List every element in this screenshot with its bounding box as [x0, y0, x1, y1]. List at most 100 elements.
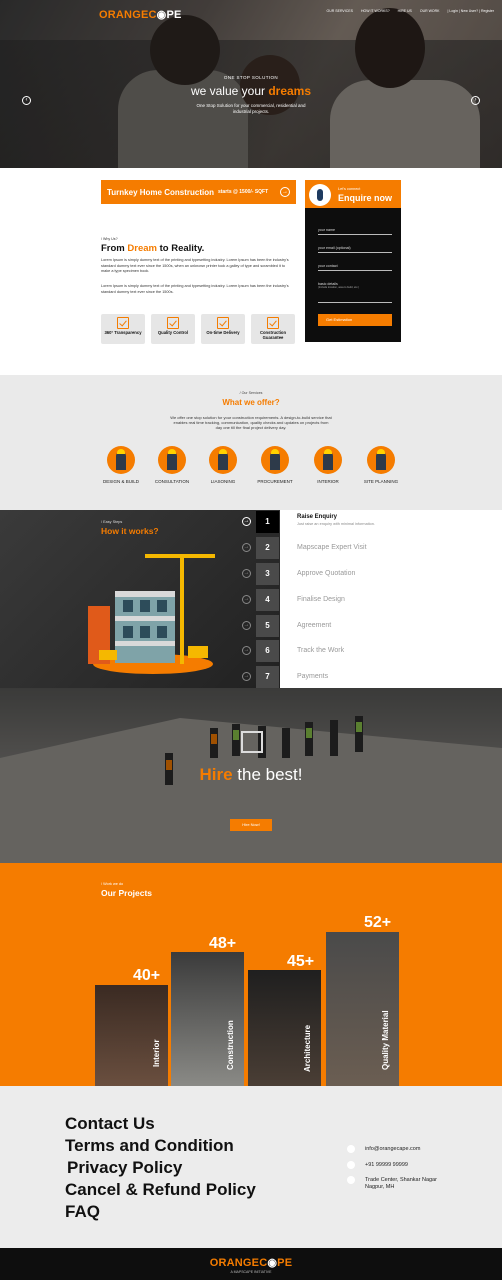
step-3-icon[interactable]: →: [242, 569, 251, 578]
chevron-left-icon[interactable]: ‹: [22, 96, 31, 105]
step-5-label[interactable]: Agreement: [297, 622, 331, 629]
projects-section: / Work we do Our Projects 40+ Interior 4…: [0, 863, 502, 1086]
step-4-label[interactable]: Finalise Design: [297, 596, 345, 603]
step-2-number[interactable]: 2: [256, 537, 279, 559]
about-heading: From Dream to Reality.: [101, 243, 205, 254]
about-para-1: Lorem Ipsum is simply dummy text of the …: [101, 258, 289, 274]
consultant-icon: [158, 446, 186, 474]
feature-guarantee: Construction Guarantee: [251, 314, 295, 344]
step-2-icon[interactable]: →: [242, 543, 251, 552]
feature-quality: Quality Control: [151, 314, 195, 344]
details-field[interactable]: basic details (Include location, area to…: [318, 282, 392, 303]
step-6-number[interactable]: 6: [256, 640, 279, 662]
about-tag: / Why Us?: [101, 237, 118, 241]
services-section: / Our Services What we offer? We offer o…: [0, 375, 502, 510]
interior-icon: [314, 446, 342, 474]
project-count-construction: 48+: [209, 935, 237, 952]
step-4-number[interactable]: 4: [256, 589, 279, 611]
location-icon: [347, 1176, 355, 1184]
step-7-number[interactable]: 7: [256, 666, 279, 688]
check-icon: [217, 317, 229, 329]
check-icon: [167, 317, 179, 329]
service-interior[interactable]: INTERIOR: [298, 446, 358, 484]
nav-how[interactable]: HOW IT WORKS?: [361, 9, 390, 13]
step-5-number[interactable]: 5: [256, 615, 279, 637]
footer-bar: ORANGEC◉PE A MAPSCAPE INITIATIVE: [0, 1248, 502, 1280]
step-3-number[interactable]: 3: [256, 563, 279, 585]
footer-links-section: Contact Us Terms and Condition Privacy P…: [0, 1086, 502, 1248]
footer-links: Contact Us Terms and Condition Privacy P…: [65, 1113, 256, 1223]
get-estimation-button[interactable]: Get Estimation: [318, 314, 392, 326]
building-illustration: [88, 554, 215, 674]
hero-text: ONE STOP SOLUTION we value your dreams O…: [140, 75, 362, 115]
projects-title: Our Projects: [101, 888, 153, 898]
service-liasoning[interactable]: LIASONING: [193, 446, 253, 484]
hero-subtitle: One Stop Solution for your commercial, r…: [196, 103, 306, 114]
service-site-planning[interactable]: SITE PLANNING: [351, 446, 411, 484]
privacy-link[interactable]: Privacy Policy: [65, 1157, 256, 1179]
arrow-right-icon[interactable]: →: [280, 187, 290, 197]
hire-section: Hire the best! Hire Now!: [0, 688, 502, 863]
services-desc: We offer one stop solution for your cons…: [170, 415, 332, 431]
nav-login[interactable]: | Login | New User? | Register: [448, 9, 495, 13]
service-procurement[interactable]: PROCUREMENT: [245, 446, 305, 484]
enquire-header: Let's connect Enquire now: [305, 180, 401, 208]
builder-icon: [107, 446, 135, 474]
check-icon: [117, 317, 129, 329]
brand-logo[interactable]: ORANGEC◉PE: [99, 8, 182, 21]
how-title: How it works?: [101, 526, 159, 536]
contact-field[interactable]: your contact: [318, 264, 392, 271]
enquire-title: Enquire now: [338, 193, 392, 203]
feature-ontime: On-time Delivery: [201, 314, 245, 344]
enquire-avatar: [309, 184, 331, 206]
step-1-number[interactable]: 1: [256, 511, 279, 533]
about-para-2: Lorem Ipsum is simply dummy text of the …: [101, 284, 289, 294]
project-count-interior: 40+: [133, 967, 161, 984]
contact-address: Trade Center, Shankar Nagar Nagpur, MH: [365, 1177, 437, 1190]
footer-logo[interactable]: ORANGEC◉PE: [0, 1256, 502, 1269]
step-1-icon[interactable]: →: [242, 517, 251, 526]
contact-phone[interactable]: +91 99999 99999: [365, 1162, 408, 1169]
check-icon: [267, 317, 279, 329]
step-1-desc: Just raise an enquiry with minimal infor…: [297, 522, 375, 526]
name-field[interactable]: your name: [318, 228, 392, 235]
feature-transparency: 360° Transparency: [101, 314, 145, 344]
refund-link[interactable]: Cancel & Refund Policy: [65, 1179, 256, 1201]
step-4-icon[interactable]: →: [242, 595, 251, 604]
workers-icon: [261, 446, 289, 474]
project-card-architecture[interactable]: Architecture: [248, 970, 321, 1086]
phone-icon: [347, 1161, 355, 1169]
hire-logo-icon: [241, 731, 263, 753]
step-5-icon[interactable]: →: [242, 621, 251, 630]
turnkey-banner[interactable]: Turnkey Home Construction starts @ 1500/…: [101, 180, 296, 204]
services-title: What we offer?: [222, 398, 280, 407]
step-2-label[interactable]: Mapscape Expert Visit: [297, 544, 367, 551]
nav-work[interactable]: OUR WORK: [420, 9, 440, 13]
contact-us-link[interactable]: Contact Us: [65, 1113, 256, 1135]
email-icon: [347, 1145, 355, 1153]
step-1-label[interactable]: Raise Enquiry: [297, 514, 337, 520]
step-7-icon[interactable]: →: [242, 672, 251, 681]
enquiry-form: your name your email (optional) your con…: [305, 208, 401, 342]
step-6-icon[interactable]: →: [242, 646, 251, 655]
project-count-architecture: 45+: [287, 953, 315, 970]
hire-now-button[interactable]: Hire Now!: [230, 819, 272, 831]
email-field[interactable]: your email (optional): [318, 246, 392, 253]
contact-email[interactable]: info@orangecape.com: [365, 1146, 420, 1153]
hero-heading: we value your dreams: [190, 84, 312, 98]
step-7-label[interactable]: Payments: [297, 673, 328, 680]
terms-link[interactable]: Terms and Condition: [65, 1135, 256, 1157]
project-card-interior[interactable]: Interior: [95, 985, 168, 1086]
step-3-label[interactable]: Approve Quotation: [297, 570, 355, 577]
step-6-label[interactable]: Track the Work: [297, 647, 344, 654]
nav-services[interactable]: OUR SERVICES: [327, 9, 353, 13]
chevron-right-icon[interactable]: ›: [471, 96, 480, 105]
nav-hire[interactable]: HIRE US: [398, 9, 412, 13]
top-nav: OUR SERVICES HOW IT WORKS? HIRE US OUR W…: [327, 9, 494, 13]
project-card-construction[interactable]: Construction: [171, 952, 244, 1086]
faq-link[interactable]: FAQ: [65, 1201, 256, 1223]
handshake-icon: [209, 446, 237, 474]
planner-icon: [367, 446, 395, 474]
project-card-quality[interactable]: Quality Material: [326, 932, 399, 1086]
project-count-quality: 52+: [364, 914, 392, 931]
